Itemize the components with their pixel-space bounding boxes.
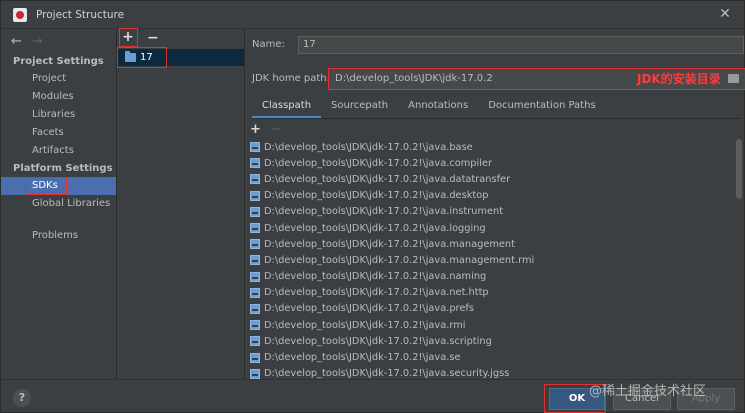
jdk-home-value: D:\develop_tools\JDK\jdk-17.0.2 xyxy=(335,73,493,84)
jar-icon xyxy=(250,287,260,298)
list-item[interactable]: D:\develop_tools\JDK\jdk-17.0.2!\java.da… xyxy=(250,171,737,187)
tab-documentation-paths[interactable]: Documentation Paths xyxy=(478,96,605,118)
jdk-home-label: JDK home path: xyxy=(252,73,331,84)
watermark: @稀土掘金技术社区 xyxy=(589,384,707,399)
list-item[interactable]: D:\develop_tools\JDK\jdk-17.0.2!\java.ma… xyxy=(250,252,737,268)
jar-icon xyxy=(250,239,260,250)
list-item-label: D:\develop_tools\JDK\jdk-17.0.2!\java.ba… xyxy=(264,141,473,153)
classpath-list[interactable]: D:\develop_tools\JDK\jdk-17.0.2!\java.ba… xyxy=(250,139,737,379)
sdk-list-toolbar: + − xyxy=(117,28,244,47)
forward-arrow-icon[interactable]: → xyxy=(32,34,43,49)
list-item[interactable]: D:\develop_tools\JDK\jdk-17.0.2!\java.co… xyxy=(250,155,737,171)
jar-icon xyxy=(250,223,260,234)
detail-tabs: Classpath Sourcepath Annotations Documen… xyxy=(252,96,742,119)
jar-icon xyxy=(250,271,260,282)
add-classpath-button[interactable]: + xyxy=(250,122,261,137)
list-item[interactable]: D:\develop_tools\JDK\jdk-17.0.2!\java.se xyxy=(250,349,737,365)
list-item[interactable]: D:\develop_tools\JDK\jdk-17.0.2!\java.rm… xyxy=(250,317,737,333)
sdks-red-highlight xyxy=(25,177,67,195)
settings-nav: ← → Project Settings Project Modules Lib… xyxy=(1,29,117,379)
name-label: Name: xyxy=(252,39,285,50)
list-item-label: D:\develop_tools\JDK\jdk-17.0.2!\java.pr… xyxy=(264,303,474,315)
list-item-label: D:\develop_tools\JDK\jdk-17.0.2!\java.ma… xyxy=(264,254,535,266)
list-item-label: D:\develop_tools\JDK\jdk-17.0.2!\java.co… xyxy=(264,157,492,169)
jar-icon xyxy=(250,206,260,217)
sdk-list-item[interactable]: 17 xyxy=(117,47,244,68)
dialog-footer: ? OK Cancel Apply @稀土掘金技术社区 xyxy=(1,379,744,413)
list-item[interactable]: D:\develop_tools\JDK\jdk-17.0.2!\java.ne… xyxy=(250,285,737,301)
list-item-label: D:\develop_tools\JDK\jdk-17.0.2!\java.lo… xyxy=(264,222,486,234)
add-red-highlight xyxy=(119,28,138,47)
list-item-label: D:\develop_tools\JDK\jdk-17.0.2!\java.se… xyxy=(264,368,510,379)
list-item-label: D:\develop_tools\JDK\jdk-17.0.2!\java.ma… xyxy=(264,238,515,250)
list-item[interactable]: D:\develop_tools\JDK\jdk-17.0.2!\java.se… xyxy=(250,366,737,379)
list-item[interactable]: D:\develop_tools\JDK\jdk-17.0.2!\java.in… xyxy=(250,204,737,220)
back-arrow-icon[interactable]: ← xyxy=(11,34,22,49)
nav-item-artifacts[interactable]: Artifacts xyxy=(1,142,116,160)
list-item[interactable]: D:\develop_tools\JDK\jdk-17.0.2!\java.sc… xyxy=(250,333,737,349)
nav-item-problems[interactable]: Problems xyxy=(1,227,116,245)
list-item[interactable]: D:\develop_tools\JDK\jdk-17.0.2!\java.na… xyxy=(250,269,737,285)
folder-browse-icon[interactable] xyxy=(728,74,739,83)
tab-sourcepath[interactable]: Sourcepath xyxy=(321,96,398,118)
jdk-home-row: JDK home path: D:\develop_tools\JDK\jdk-… xyxy=(252,68,745,90)
remove-sdk-button[interactable]: − xyxy=(147,31,159,45)
name-input[interactable]: 17 xyxy=(298,36,744,54)
title-bar: Project Structure ✕ xyxy=(1,1,744,29)
jdk-home-input[interactable]: D:\develop_tools\JDK\jdk-17.0.2 JDK的安装目录 xyxy=(328,68,745,90)
list-item-label: D:\develop_tools\JDK\jdk-17.0.2!\java.de… xyxy=(264,190,489,202)
window-title: Project Structure xyxy=(36,8,125,21)
jar-icon xyxy=(250,158,260,169)
list-item-label: D:\develop_tools\JDK\jdk-17.0.2!\java.rm… xyxy=(264,319,466,331)
jar-icon xyxy=(250,174,260,185)
jar-icon xyxy=(250,336,260,347)
classpath-toolbar: + − xyxy=(250,121,282,137)
list-item-label: D:\develop_tools\JDK\jdk-17.0.2!\java.na… xyxy=(264,271,487,283)
project-settings-header: Project Settings xyxy=(13,56,104,67)
jdk-annotation: JDK的安装目录 xyxy=(637,72,721,86)
jar-icon xyxy=(250,142,260,153)
intellij-app-icon xyxy=(13,7,27,22)
jar-icon xyxy=(250,320,260,331)
nav-item-facets[interactable]: Facets xyxy=(1,124,116,142)
tab-annotations[interactable]: Annotations xyxy=(398,96,478,118)
nav-item-modules[interactable]: Modules xyxy=(1,88,116,106)
remove-classpath-button[interactable]: − xyxy=(271,122,282,137)
sdk-item-red-highlight xyxy=(117,47,167,68)
nav-arrows: ← → xyxy=(1,29,116,53)
nav-item-project[interactable]: Project xyxy=(1,70,116,88)
classpath-scrollbar[interactable] xyxy=(736,139,742,199)
name-row: Name: 17 xyxy=(252,36,744,54)
jar-icon xyxy=(250,352,260,363)
nav-item-libraries[interactable]: Libraries xyxy=(1,106,116,124)
list-item[interactable]: D:\develop_tools\JDK\jdk-17.0.2!\java.de… xyxy=(250,188,737,204)
jar-icon xyxy=(250,303,260,314)
jar-icon xyxy=(250,368,260,379)
list-item-label: D:\develop_tools\JDK\jdk-17.0.2!\java.se xyxy=(264,352,461,364)
close-icon[interactable]: ✕ xyxy=(718,7,732,21)
help-button[interactable]: ? xyxy=(13,389,31,407)
project-structure-dialog: Project Structure ✕ ← → Project Settings… xyxy=(0,0,745,413)
list-item[interactable]: D:\develop_tools\JDK\jdk-17.0.2!\java.pr… xyxy=(250,301,737,317)
list-item[interactable]: D:\develop_tools\JDK\jdk-17.0.2!\java.lo… xyxy=(250,220,737,236)
platform-settings-header: Platform Settings xyxy=(13,163,113,174)
list-item-label: D:\develop_tools\JDK\jdk-17.0.2!\java.in… xyxy=(264,206,504,218)
list-item[interactable]: D:\develop_tools\JDK\jdk-17.0.2!\java.ma… xyxy=(250,236,737,252)
jar-icon xyxy=(250,255,260,266)
list-item[interactable]: D:\develop_tools\JDK\jdk-17.0.2!\java.ba… xyxy=(250,139,737,155)
sdk-list-panel: + − 17 xyxy=(117,28,245,379)
sdk-detail-panel: Name: 17 JDK home path: D:\develop_tools… xyxy=(245,29,745,379)
list-item-label: D:\develop_tools\JDK\jdk-17.0.2!\java.ne… xyxy=(264,287,489,299)
nav-item-sdks[interactable]: SDKs xyxy=(1,177,116,195)
jar-icon xyxy=(250,190,260,201)
list-item-label: D:\develop_tools\JDK\jdk-17.0.2!\java.da… xyxy=(264,173,511,185)
tab-classpath[interactable]: Classpath xyxy=(252,96,322,118)
nav-item-global-libraries[interactable]: Global Libraries xyxy=(1,195,116,213)
add-sdk-button[interactable]: + xyxy=(119,28,138,47)
list-item-label: D:\develop_tools\JDK\jdk-17.0.2!\java.sc… xyxy=(264,335,492,347)
